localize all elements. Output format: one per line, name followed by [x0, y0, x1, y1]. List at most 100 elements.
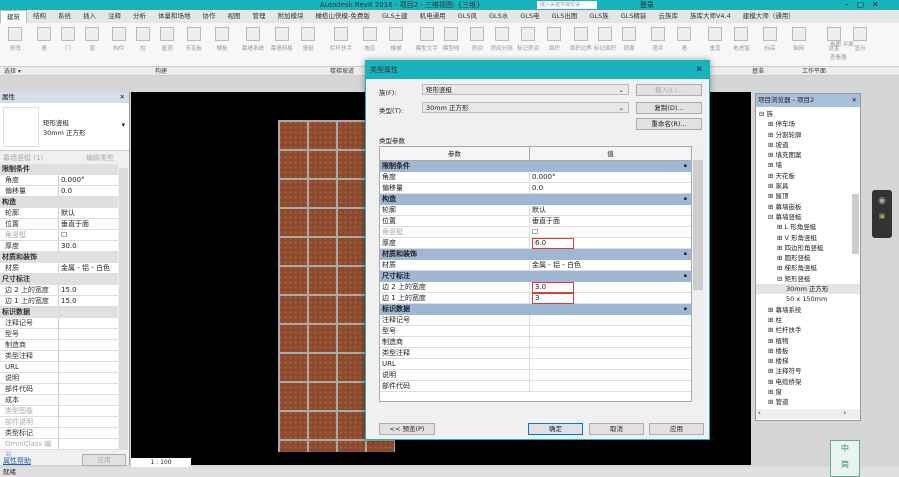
browser-tree-item[interactable]: ⊞ 停车场	[756, 119, 860, 129]
browser-tree-item[interactable]: ⊞ 楼板	[756, 346, 860, 356]
ime-indicator[interactable]: 中 简	[830, 440, 860, 477]
properties-help-link[interactable]: 属性帮助	[3, 456, 31, 466]
login-link[interactable]: 登录	[640, 0, 654, 10]
zoom-icon[interactable]: ▣	[872, 212, 892, 220]
browser-tree-item[interactable]: ⊞ 幕墙嵌板	[756, 202, 860, 212]
parameter-value[interactable]	[530, 370, 691, 380]
property-value[interactable]	[59, 395, 118, 405]
ribbon-tab[interactable]: 注释	[102, 10, 127, 23]
ribbon-tool[interactable]: 墙	[673, 27, 695, 52]
ribbon-tool[interactable]: 墙	[33, 27, 55, 52]
property-value[interactable]: ☐	[59, 230, 118, 240]
instance-filter-select[interactable]: 幕墙竖梃 (1)	[3, 153, 43, 163]
edit-type-button[interactable]: 编辑类型	[86, 153, 114, 163]
property-row[interactable]: 制造商	[0, 340, 118, 351]
property-value[interactable]: 30.0	[59, 241, 118, 251]
ribbon-tab[interactable]: 管理	[247, 10, 272, 23]
parameter-row[interactable]: 边 2 上的宽度 3.0	[380, 282, 691, 293]
parameter-row[interactable]: 型号	[380, 326, 691, 337]
ribbon-tab[interactable]: GLS出图	[546, 10, 584, 23]
browser-tree-item[interactable]: ⊟ 矩形竖梃	[756, 274, 860, 284]
close-icon[interactable]: ✕	[120, 92, 125, 103]
property-row[interactable]: 类型标记	[0, 428, 118, 439]
ribbon-tab[interactable]: 云族库	[652, 10, 684, 23]
ribbon-tab[interactable]: 橄榄山快模-免费版	[310, 10, 376, 23]
parameter-value[interactable]	[530, 381, 691, 391]
property-row[interactable]: 偏移量 0.0	[0, 186, 118, 197]
property-row[interactable]: 类型图像	[0, 406, 118, 417]
ribbon-tab[interactable]: 视图	[222, 10, 247, 23]
property-value[interactable]	[59, 373, 118, 383]
steering-wheel-icon[interactable]: ◉	[872, 196, 892, 206]
ribbon-tool[interactable]: 标高	[759, 27, 781, 52]
parameter-row[interactable]: 类型注释	[380, 348, 691, 359]
browser-tree-item[interactable]: ⊞ 家具	[756, 181, 860, 191]
ribbon-tab[interactable]: 建模大师（通用）	[737, 10, 801, 23]
property-value[interactable]: 垂直于面	[59, 219, 118, 229]
browser-tree-item[interactable]: ⊟ 幕墙竖梃	[756, 212, 860, 222]
property-row[interactable]: 厚度 30.0	[0, 241, 118, 252]
property-row[interactable]: 注释记号	[0, 318, 118, 329]
browser-tree-item[interactable]: ⊞ L 形角竖梃	[756, 222, 860, 232]
ribbon-tab[interactable]: 协作	[197, 10, 222, 23]
parameter-value[interactable]: 3.0	[530, 282, 691, 293]
parameter-value[interactable]: 默认	[530, 205, 691, 215]
navigation-bar[interactable]: ◉ ▣	[872, 190, 892, 238]
property-value[interactable]	[59, 417, 118, 427]
property-row[interactable]: URL	[0, 362, 118, 373]
browser-tree-item[interactable]: ⊞ 墙	[756, 160, 860, 170]
ribbon-tab[interactable]: 建筑	[0, 10, 27, 23]
browser-tree-item[interactable]: ⊟ 族	[756, 109, 860, 119]
property-value[interactable]	[59, 329, 118, 339]
browser-tree-item[interactable]: ⊞ 幕墙系统	[756, 305, 860, 315]
ribbon-tab[interactable]: 分析	[127, 10, 152, 23]
parameter-row[interactable]: 部件代码	[380, 381, 691, 392]
browser-tree-item[interactable]: ⊞ V 形角竖梃	[756, 233, 860, 243]
load-button[interactable]: 载入(L)...	[636, 84, 702, 96]
parameter-row[interactable]: 说明	[380, 370, 691, 381]
parameter-row[interactable]: 轮廓 默认	[380, 205, 691, 216]
ribbon-tool[interactable]: 房间	[466, 27, 488, 52]
browser-tree-item[interactable]: ⊞ 屋顶	[756, 191, 860, 201]
ribbon-tool[interactable]: 标记面积	[594, 27, 616, 52]
property-row[interactable]: 位置 垂直于面	[0, 219, 118, 230]
parameter-value[interactable]	[530, 337, 691, 347]
view-scale[interactable]: 1 : 100	[131, 458, 191, 467]
property-row[interactable]: 角竖梃 ☐	[0, 230, 118, 241]
ribbon-tool[interactable]: 模型文字	[416, 27, 438, 52]
property-row[interactable]: 边 1 上的宽度 15.0	[0, 296, 118, 307]
ribbon-tool[interactable]: 轴网	[788, 27, 810, 52]
property-row[interactable]: OmniClass 编号	[0, 439, 118, 459]
parameter-row[interactable]: URL	[380, 359, 691, 370]
ribbon-tool[interactable]: 竖梃	[297, 27, 319, 52]
property-row[interactable]: 类型注释	[0, 351, 118, 362]
ok-button[interactable]: 确定	[528, 423, 583, 435]
properties-scrollbar[interactable]	[119, 168, 128, 450]
property-row[interactable]: 角度 0.000°	[0, 175, 118, 186]
parameter-value[interactable]	[530, 348, 691, 358]
ribbon-tool[interactable]: 楼板	[211, 27, 233, 52]
ribbon-tab[interactable]: GLS族	[583, 10, 614, 23]
property-row[interactable]: 轮廓 默认	[0, 208, 118, 219]
ribbon-tool[interactable]: 垂直	[704, 27, 726, 52]
property-value[interactable]	[59, 351, 118, 361]
property-value[interactable]	[59, 340, 118, 350]
parameter-row[interactable]: 材质 金属 - 铝 - 白色	[380, 260, 691, 271]
browser-tree-item[interactable]: ⊞ 植物	[756, 336, 860, 346]
property-value[interactable]	[59, 384, 118, 394]
property-value[interactable]: 默认	[59, 208, 118, 218]
ribbon-tool[interactable]: 幕墙网格	[271, 27, 293, 52]
parameter-value[interactable]: 垂直于面	[530, 216, 691, 226]
parameter-value[interactable]	[530, 315, 691, 325]
ribbon-tool[interactable]: 天花板	[183, 27, 205, 52]
ribbon-tool[interactable]: 修改	[4, 27, 26, 52]
property-value[interactable]	[59, 318, 118, 328]
parameter-value[interactable]: 0.0	[530, 183, 691, 193]
property-value[interactable]: 15.0	[59, 296, 118, 306]
browser-tree-item[interactable]: 30mm 正方形	[756, 284, 860, 295]
ribbon-tool[interactable]: 参照 平面	[830, 40, 890, 48]
browser-tree-item[interactable]: ⊞ 分割轮廓	[756, 130, 860, 140]
property-value[interactable]	[59, 362, 118, 372]
ribbon-tool[interactable]: 竖井	[647, 27, 669, 52]
ribbon-tool[interactable]: 房间分隔	[491, 27, 513, 52]
